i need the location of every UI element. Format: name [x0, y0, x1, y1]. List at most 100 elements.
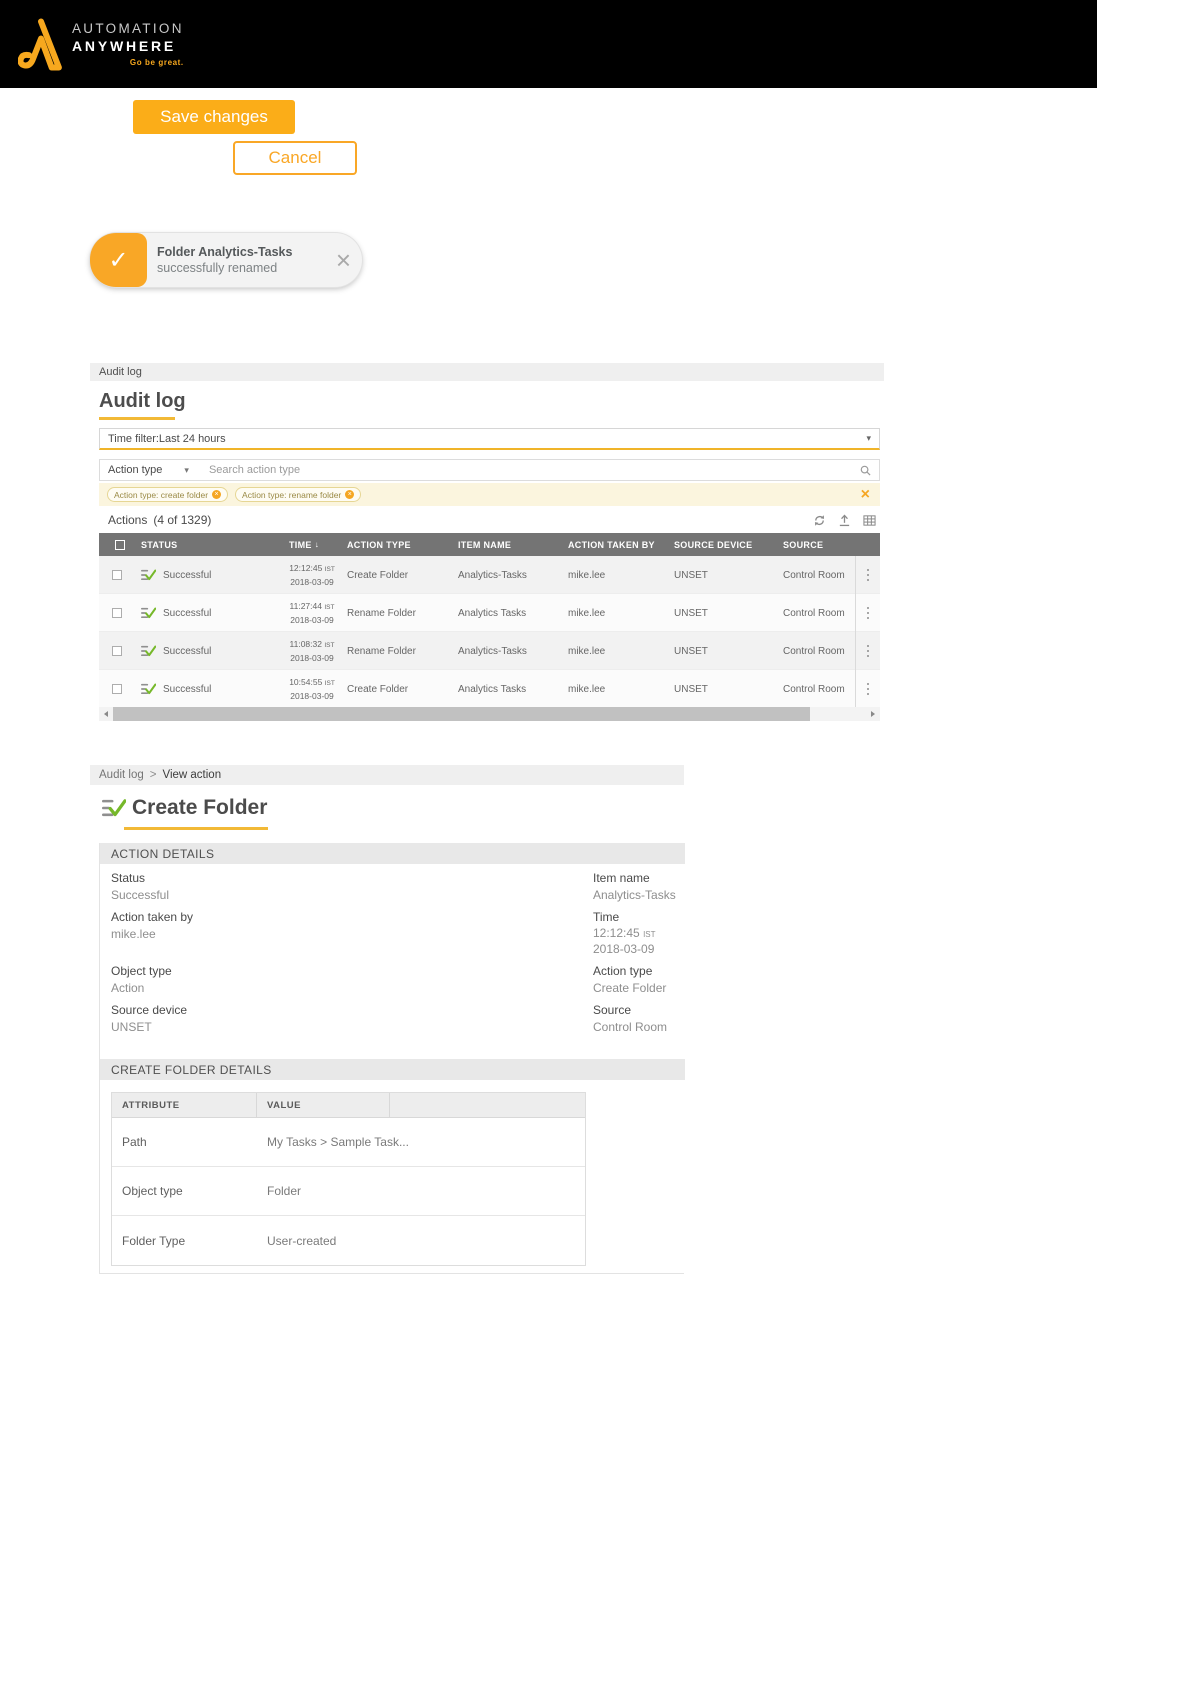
status-success-icon — [141, 682, 156, 696]
attribute-cell: Path — [122, 1135, 147, 1149]
toast-close-icon[interactable]: × — [336, 247, 351, 273]
table-row[interactable]: Successful 12:12:45 IST 2018-03-09 Creat… — [99, 556, 880, 594]
search-icon[interactable] — [860, 465, 871, 476]
field-value: UNSET — [111, 1020, 152, 1034]
field-label: Item name — [593, 871, 650, 885]
row-checkbox[interactable] — [112, 646, 122, 656]
toast-message: successfully renamed — [157, 261, 278, 275]
source-cell: Control Room — [783, 569, 845, 581]
filter-chips-row: Action type: create folder × Action type… — [99, 483, 880, 506]
item-name-cell: Analytics-Tasks — [458, 569, 527, 581]
scroll-left-icon[interactable] — [99, 707, 113, 721]
table-row[interactable]: Successful 11:27:44 IST 2018-03-09 Renam… — [99, 594, 880, 632]
field-time: Time 12:12:45 IST 2018-03-09 — [593, 910, 656, 956]
time-cell: 10:54:55 IST 2018-03-09 — [289, 677, 335, 701]
time-cell: 12:12:45 IST 2018-03-09 — [289, 563, 335, 587]
column-header-time[interactable]: TIME ↓ — [283, 540, 341, 550]
action-type-cell: Rename Folder — [347, 645, 416, 657]
field-item-name: Item name Analytics-Tasks — [593, 871, 676, 902]
value-cell: Folder — [267, 1184, 302, 1198]
table-row[interactable]: Successful 10:54:55 IST 2018-03-09 Creat… — [99, 670, 880, 708]
status-success-icon — [141, 644, 156, 658]
attribute-table-header: ATTRIBUTE VALUE — [112, 1093, 585, 1118]
breadcrumb: Audit log > View action — [90, 765, 684, 785]
row-checkbox[interactable] — [112, 570, 122, 580]
item-name-cell: Analytics Tasks — [458, 683, 527, 695]
attribute-cell: Object type — [122, 1184, 183, 1198]
value-cell: User-created — [267, 1233, 337, 1248]
column-header-source[interactable]: SOURCE — [777, 540, 855, 550]
action-type-cell: Rename Folder — [347, 607, 416, 619]
column-header-item-name[interactable]: ITEM NAME — [452, 540, 562, 550]
field-source-device: Source device UNSET — [111, 1003, 187, 1034]
row-checkbox[interactable] — [112, 684, 122, 694]
field-value: mike.lee — [111, 927, 156, 941]
customize-columns-icon[interactable] — [862, 513, 877, 528]
row-checkbox[interactable] — [112, 608, 122, 618]
column-header-value: VALUE — [257, 1093, 390, 1117]
refresh-icon[interactable] — [812, 513, 827, 528]
field-action-taken-by: Action taken by mike.lee — [111, 910, 193, 941]
actions-label: Actions — [108, 513, 148, 527]
chevron-down-icon: ▾ — [866, 433, 871, 443]
actions-count: (4 of 1329) — [153, 513, 212, 527]
title-underline — [124, 827, 268, 830]
action-type-cell: Create Folder — [347, 569, 409, 581]
filter-chip-create-folder[interactable]: Action type: create folder × — [107, 487, 229, 502]
action-type-search-bar: Action type ▾ — [99, 459, 880, 481]
source-device-cell: UNSET — [674, 607, 708, 619]
status-success-icon — [141, 568, 156, 582]
column-header-source-device[interactable]: SOURCE DEVICE — [668, 540, 777, 550]
toast-title: Folder Analytics-Tasks — [157, 245, 293, 259]
search-input[interactable] — [208, 464, 860, 476]
action-details-panel: ACTION DETAILS Status Successful Item na… — [99, 843, 685, 1274]
action-type-cell: Create Folder — [347, 683, 409, 695]
source-cell: Control Room — [783, 645, 845, 657]
row-kebab-menu-icon[interactable] — [855, 594, 880, 632]
action-taken-by-cell: mike.lee — [568, 607, 606, 619]
field-action-type: Action type Create Folder — [593, 964, 666, 995]
row-kebab-menu-icon[interactable] — [855, 670, 880, 708]
action-taken-by-cell: mike.lee — [568, 569, 606, 581]
chip-label: Action type: rename folder — [242, 489, 342, 500]
column-header-action-type[interactable]: ACTION TYPE — [341, 540, 452, 550]
attribute-value-table: ATTRIBUTE VALUE Path My Tasks > Sample T… — [111, 1092, 586, 1266]
time-filter-select[interactable]: Time filter:Last 24 hours ▾ — [99, 428, 880, 450]
row-kebab-menu-icon[interactable] — [855, 556, 880, 594]
action-details-section-header: ACTION DETAILS — [100, 843, 685, 864]
breadcrumb-separator: > — [149, 769, 157, 781]
export-icon[interactable] — [837, 513, 852, 528]
chip-remove-icon[interactable]: × — [212, 490, 222, 499]
chip-remove-icon[interactable]: × — [345, 490, 355, 499]
field-value: Successful — [111, 888, 170, 902]
field-label: Object type — [111, 964, 172, 978]
field-value: 12:12:45 IST 2018-03-09 — [593, 926, 656, 956]
table-row[interactable]: Successful 11:08:32 IST 2018-03-09 Renam… — [99, 632, 880, 670]
select-all-checkbox[interactable] — [115, 539, 125, 550]
column-header-status[interactable]: STATUS — [135, 540, 283, 550]
status-text: Successful — [163, 683, 212, 695]
filter-chip-rename-folder[interactable]: Action type: rename folder × — [235, 487, 362, 502]
save-changes-button[interactable]: Save changes — [133, 100, 295, 134]
scroll-right-icon[interactable] — [866, 707, 880, 721]
action-type-dropdown[interactable]: Action type — [108, 464, 162, 476]
breadcrumb-audit-log-link[interactable]: Audit log — [99, 769, 144, 781]
row-kebab-menu-icon[interactable] — [855, 632, 880, 670]
field-object-type: Object type Action — [111, 964, 172, 995]
field-source: Source Control Room — [593, 1003, 667, 1034]
field-status: Status Successful — [111, 871, 169, 902]
chevron-down-icon[interactable]: ▾ — [184, 465, 189, 476]
source-device-cell: UNSET — [674, 569, 708, 581]
cancel-button[interactable]: Cancel — [233, 141, 357, 175]
column-header-attribute: ATTRIBUTE — [112, 1093, 257, 1117]
time-filter-value: Time filter:Last 24 hours — [108, 432, 226, 445]
clear-filters-icon[interactable]: × — [861, 486, 870, 503]
toast-text: Folder Analytics-Tasks successfully rena… — [157, 245, 292, 275]
app-header: AUTOMATION ANYWHERE Go be great. — [0, 0, 1097, 88]
breadcrumb-view-action: View action — [162, 769, 222, 781]
field-label: Action type — [593, 964, 653, 978]
scrollbar-thumb[interactable] — [113, 707, 810, 721]
column-header-action-taken-by[interactable]: ACTION TAKEN BY — [562, 540, 668, 550]
horizontal-scrollbar[interactable] — [99, 707, 880, 721]
value-cell: My Tasks > Sample Task... — [267, 1135, 409, 1149]
